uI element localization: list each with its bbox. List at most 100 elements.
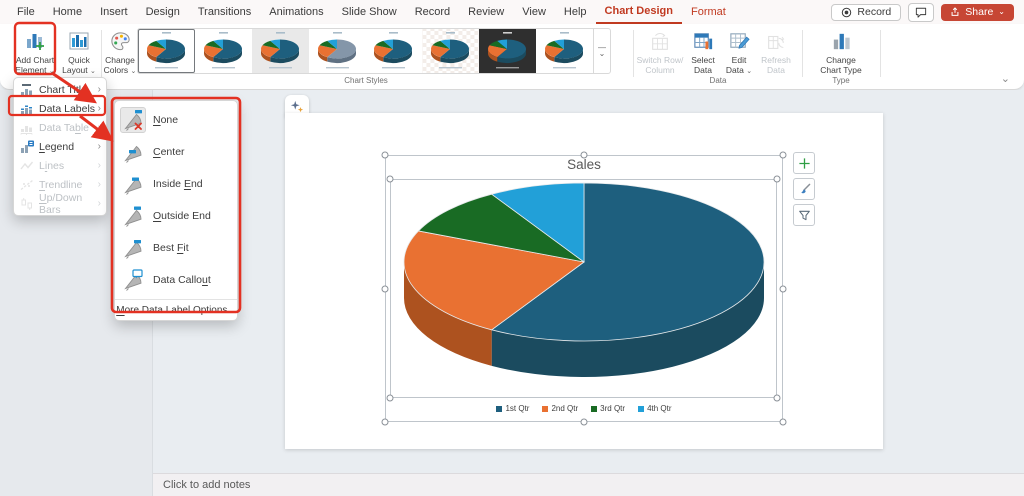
submenu-item-center[interactable]: Center [115,136,237,168]
data-label-center-icon [120,139,146,165]
editing-canvas: Sales 1st Qtr 2nd Qtr 3rd Qtr 4th Qtr [153,90,1024,473]
chart-styles-button[interactable] [793,178,815,200]
change-colors-button[interactable]: Change Colors ⌄ [103,29,137,76]
menu-view[interactable]: View [513,0,555,24]
chart-style-thumb-2[interactable] [195,29,252,73]
switch-row-column-icon [649,29,671,53]
selection-handle[interactable] [381,285,389,292]
menu-insert[interactable]: Insert [91,0,137,24]
menu-bar: File Home Insert Design Transitions Animation… [0,0,735,24]
selection-handle[interactable] [779,285,787,292]
selection-handle[interactable] [773,175,781,183]
submenu-item-more-data-label-options[interactable]: More Data Label Options... [115,299,237,320]
dropdown-caret: ⌄ [90,68,96,76]
quick-layout-button[interactable]: Quick Layout ⌄ [58,29,100,76]
edit-data-button[interactable]: Edit Data ⌄ [722,29,756,76]
data-label-data-callout-icon [120,267,146,293]
legend-swatch [542,405,549,412]
chart-filters-button[interactable] [793,204,815,226]
collapse-ribbon-button[interactable]: ⌄ [1001,72,1010,85]
menu-slide-show[interactable]: Slide Show [333,0,406,24]
chart-title-icon [20,83,34,96]
add-chart-element-button[interactable]: Add Chart Element ⌄ [12,29,58,76]
legend-item-2nd-qtr[interactable]: 2nd Qtr [542,404,578,413]
updown-bars-icon [20,197,34,210]
data-label-outside-end-icon [120,203,146,229]
submenu-item-best-fit[interactable]: Best Fit [115,232,237,264]
chart-title[interactable]: Sales [385,157,783,172]
submenu-item-outside-end[interactable]: Outside End [115,200,237,232]
legend-swatch [496,405,503,412]
menu-design[interactable]: Design [137,0,189,24]
selection-handle[interactable] [580,151,588,159]
data-label-inside-end-icon [120,171,146,197]
select-data-button[interactable]: Select Data [686,29,720,75]
menu-record[interactable]: Record [406,0,459,24]
share-button[interactable]: Share ⌄ [941,3,1014,21]
group-label-data: Data [709,76,727,85]
plot-area-frame[interactable] [390,179,777,398]
comments-button[interactable] [908,2,935,22]
change-chart-type-label: Change [826,55,856,65]
selection-handle[interactable] [381,151,389,159]
menu-help[interactable]: Help [555,0,596,24]
chart-elements-button[interactable] [793,152,815,174]
chart-style-thumb-6[interactable] [422,29,480,73]
menu-transitions[interactable]: Transitions [189,0,260,24]
legend-item-1st-qtr[interactable]: 1st Qtr [496,404,529,413]
selection-handle[interactable] [779,418,787,426]
gallery-more-button[interactable]: — ⌄ [593,29,610,73]
trendline-icon [20,178,34,191]
selection-handle[interactable] [386,175,394,183]
selection-handle[interactable] [381,418,389,426]
menu-item-chart-title[interactable]: Chart Title › [14,80,106,99]
refresh-data-button: Refresh Data [756,29,796,75]
menu-item-data-labels[interactable]: Data Labels › [14,99,106,118]
menu-animations[interactable]: Animations [260,0,332,24]
record-label: Record [857,6,892,18]
tab-chart-design[interactable]: Chart Design [595,0,682,24]
submenu-item-none[interactable]: None [115,104,237,136]
data-labels-submenu: None Center Inside End Outside End Best Fit D… [114,100,238,321]
chart-style-thumb-4[interactable] [309,29,366,73]
quick-layout-label: Quick [68,55,90,65]
menu-home[interactable]: Home [44,0,91,24]
chart-legend[interactable]: 1st Qtr 2nd Qtr 3rd Qtr 4th Qtr [385,404,783,413]
legend-item-3rd-qtr[interactable]: 3rd Qtr [591,404,625,413]
brush-icon [800,183,810,193]
change-chart-type-button[interactable]: Change Chart Type [812,29,870,75]
refresh-data-icon [765,29,787,53]
ribbon-separator [802,30,803,77]
record-button[interactable]: Record [831,3,902,21]
share-caret-icon: ⌄ [998,7,1005,16]
legend-icon [20,140,34,153]
legend-item-4th-qtr[interactable]: 4th Qtr [638,404,672,413]
data-label-none-icon [120,107,146,133]
powerpoint-window: { "titlebar": { "menus": ["File", "Home"… [0,0,1024,496]
change-chart-type-icon [830,29,853,53]
switch-row-column-label: Switch Row/ [636,55,684,65]
menu-item-up-down-bars: Up/Down Bars › [14,192,106,216]
submenu-chevron-icon: › [97,84,101,95]
menu-review[interactable]: Review [459,0,513,24]
menu-item-legend[interactable]: Legend › [14,137,106,156]
chart-style-thumb-3[interactable] [251,29,309,73]
funnel-icon [798,210,810,220]
tab-format[interactable]: Format [682,0,735,24]
selection-handle[interactable] [386,394,394,402]
slide[interactable]: Sales 1st Qtr 2nd Qtr 3rd Qtr 4th Qtr [285,113,883,449]
notes-pane[interactable]: Click to add notes [153,473,1024,496]
submenu-item-inside-end[interactable]: Inside End [115,168,237,200]
selection-handle[interactable] [580,418,588,426]
chart-style-thumb-5[interactable] [366,29,423,73]
chart-style-thumb-8[interactable] [536,29,593,73]
dropdown-caret: ⌄ [130,68,137,76]
selection-handle[interactable] [773,394,781,402]
menu-item-data-table: Data Table › [14,118,106,137]
selection-handle[interactable] [779,151,787,159]
chart-style-thumb-1[interactable] [138,29,195,73]
chart-style-thumb-7[interactable] [479,29,537,73]
menu-file[interactable]: File [8,0,44,24]
submenu-item-data-callout[interactable]: Data Callout [115,264,237,296]
legend-swatch [591,405,598,412]
